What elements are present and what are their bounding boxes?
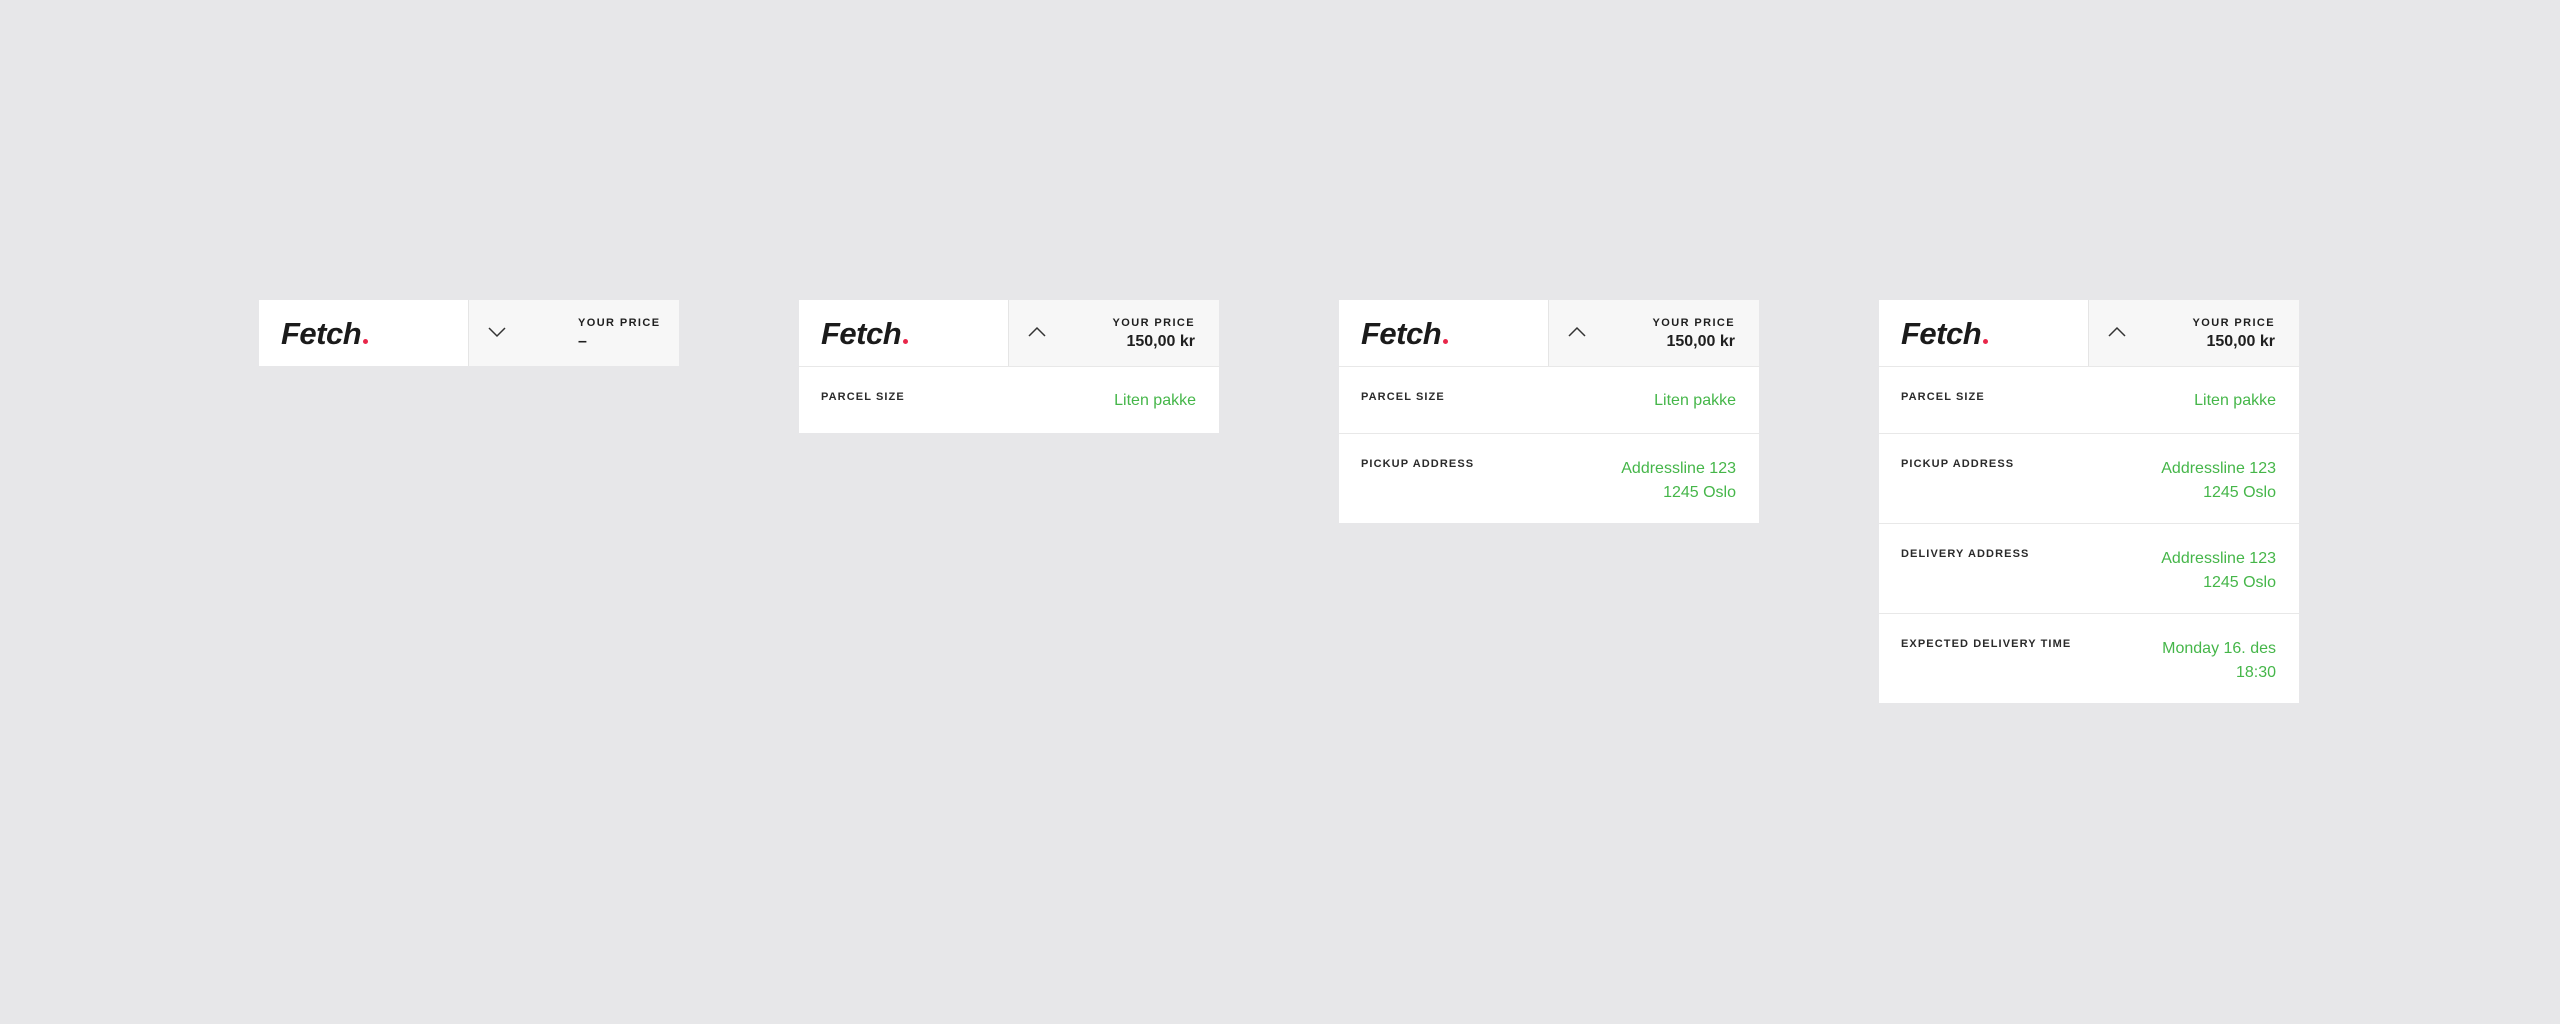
- logo-cell: Fetch: [799, 300, 1009, 366]
- row-value: Liten pakke: [1114, 389, 1196, 413]
- logo-dot: [1983, 338, 1989, 344]
- price-toggle[interactable]: YOUR PRICE 150,00 kr: [1009, 300, 1219, 366]
- price-value: 150,00 kr: [2206, 333, 2275, 350]
- row-value-line: 18:30: [2235, 664, 2276, 681]
- row-value-line: 1245 Oslo: [2203, 484, 2276, 501]
- row-value-line: Monday 16. des: [2162, 640, 2276, 657]
- price-block: YOUR PRICE 150,00 kr: [1113, 317, 1195, 352]
- logo-dot: [363, 338, 369, 344]
- price-label: YOUR PRICE: [2192, 317, 2275, 329]
- row-label: EXPECTED DELIVERY TIME: [1901, 638, 2072, 650]
- chevron-up-icon[interactable]: [1567, 326, 1587, 338]
- logo-dot: [1443, 338, 1449, 344]
- widget-header[interactable]: Fetch YOUR PRICE 150,00 kr: [799, 300, 1219, 366]
- price-label: YOUR PRICE: [1112, 317, 1195, 329]
- price-label: YOUR PRICE: [1652, 317, 1735, 329]
- row-value-line: 1245 Oslo: [1663, 484, 1736, 501]
- row-value-line: Liten pakke: [1654, 392, 1736, 409]
- price-label: YOUR PRICE: [578, 317, 661, 329]
- row-value-line: Addressline 123: [2161, 550, 2276, 567]
- price-value: 150,00 kr: [1126, 333, 1195, 350]
- logo-dot: [903, 338, 909, 344]
- detail-row-parcel-size: PARCEL SIZE Liten pakke: [799, 366, 1219, 433]
- price-toggle[interactable]: YOUR PRICE –: [469, 300, 679, 366]
- price-toggle[interactable]: YOUR PRICE 150,00 kr: [2089, 300, 2299, 366]
- widget-header[interactable]: Fetch YOUR PRICE 150,00 kr: [1879, 300, 2299, 366]
- detail-row-pickup-address: PICKUP ADDRESS Addressline 123 1245 Oslo: [1339, 433, 1759, 523]
- price-value: –: [578, 333, 587, 350]
- row-value-line: Addressline 123: [2161, 460, 2276, 477]
- row-value: Monday 16. des 18:30: [2162, 637, 2276, 685]
- price-toggle[interactable]: YOUR PRICE 150,00 kr: [1549, 300, 1759, 366]
- row-label: PICKUP ADDRESS: [1901, 458, 2015, 470]
- row-value: Liten pakke: [1654, 389, 1736, 413]
- price-value: 150,00 kr: [1666, 333, 1735, 350]
- fetch-widget-collapsed: Fetch YOUR PRICE –: [259, 300, 679, 366]
- logo-cell: Fetch: [1339, 300, 1549, 366]
- row-value: Addressline 123 1245 Oslo: [2161, 547, 2276, 595]
- chevron-up-icon[interactable]: [2107, 326, 2127, 338]
- fetch-logo: Fetch: [1361, 318, 1449, 349]
- fetch-logo: Fetch: [821, 318, 909, 349]
- row-value-line: Liten pakke: [1114, 392, 1196, 409]
- widget-header[interactable]: Fetch YOUR PRICE 150,00 kr: [1339, 300, 1759, 366]
- row-label: PARCEL SIZE: [821, 391, 905, 403]
- row-value-line: Liten pakke: [2194, 392, 2276, 409]
- logo-cell: Fetch: [1879, 300, 2089, 366]
- price-block: YOUR PRICE 150,00 kr: [2193, 317, 2275, 352]
- row-value: Addressline 123 1245 Oslo: [1621, 457, 1736, 505]
- detail-row-expected-delivery-time: EXPECTED DELIVERY TIME Monday 16. des 18…: [1879, 613, 2299, 703]
- widget-header[interactable]: Fetch YOUR PRICE –: [259, 300, 679, 366]
- detail-row-parcel-size: PARCEL SIZE Liten pakke: [1879, 366, 2299, 433]
- price-block: YOUR PRICE –: [578, 317, 660, 352]
- fetch-logo: Fetch: [281, 318, 369, 349]
- row-value-line: Addressline 123: [1621, 460, 1736, 477]
- row-label: PICKUP ADDRESS: [1361, 458, 1475, 470]
- logo-cell: Fetch: [259, 300, 469, 366]
- chevron-down-icon[interactable]: [487, 326, 507, 338]
- row-value: Addressline 123 1245 Oslo: [2161, 457, 2276, 505]
- row-label: DELIVERY ADDRESS: [1901, 548, 2030, 560]
- fetch-widget-expanded: Fetch YOUR PRICE 150,00 kr PARCEL SIZE L…: [1879, 300, 2299, 703]
- fetch-widget-expanded: Fetch YOUR PRICE 150,00 kr PARCEL SIZE L…: [1339, 300, 1759, 523]
- price-block: YOUR PRICE 150,00 kr: [1653, 317, 1735, 352]
- detail-row-pickup-address: PICKUP ADDRESS Addressline 123 1245 Oslo: [1879, 433, 2299, 523]
- chevron-up-icon[interactable]: [1027, 326, 1047, 338]
- row-label: PARCEL SIZE: [1361, 391, 1445, 403]
- row-value: Liten pakke: [2194, 389, 2276, 413]
- row-label: PARCEL SIZE: [1901, 391, 1985, 403]
- fetch-widget-expanded: Fetch YOUR PRICE 150,00 kr PARCEL SIZE L…: [799, 300, 1219, 433]
- detail-row-parcel-size: PARCEL SIZE Liten pakke: [1339, 366, 1759, 433]
- fetch-logo: Fetch: [1901, 318, 1989, 349]
- row-value-line: 1245 Oslo: [2203, 574, 2276, 591]
- detail-row-delivery-address: DELIVERY ADDRESS Addressline 123 1245 Os…: [1879, 523, 2299, 613]
